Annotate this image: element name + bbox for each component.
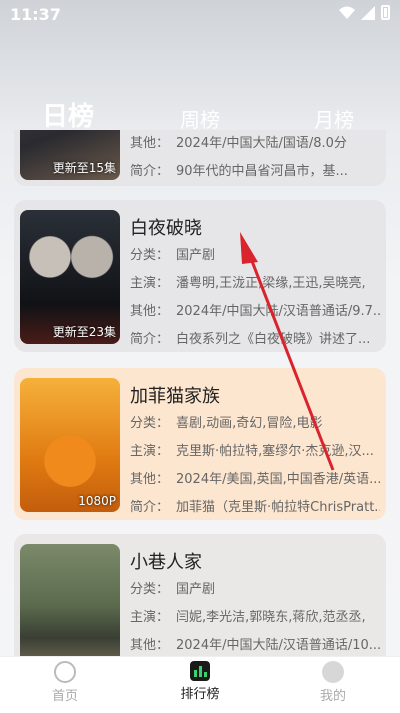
- other-row: 其他： 2024年/美国,英国,中国香港/英语...: [130, 472, 380, 487]
- category-row: 分类： 国产剧: [130, 248, 216, 263]
- intro-row: 简介： 白夜系列之《白夜破晓》讲述了...: [130, 332, 371, 347]
- status-time: 11:37: [10, 5, 61, 24]
- cast-row: 主演： 潘粤明,王泷正,梁缘,王迅,吴晓亮,: [130, 276, 366, 291]
- cast-row: 主演： 克里斯·帕拉特,塞缪尔·杰克逊,汉...: [130, 444, 374, 459]
- battery-icon: [381, 5, 390, 20]
- tab-weekly[interactable]: 周榜: [180, 104, 220, 133]
- episode-badge: 更新至23集: [52, 325, 116, 339]
- status-icons: [339, 5, 390, 20]
- signal-icon: [361, 5, 375, 20]
- category-row: 分类： 喜剧,动画,奇幻,冒险,电影: [130, 416, 323, 431]
- nav-home-label: 首页: [51, 689, 78, 704]
- category-row: 分类： 国产剧: [130, 582, 216, 597]
- cast-row: 主演： 闫妮,李光洁,郭晓东,蒋欣,范丞丞,: [130, 610, 366, 625]
- nav-home[interactable]: 首页: [30, 661, 100, 704]
- list-item[interactable]: 1080P 加菲猫家族 分类： 喜剧,动画,奇幻,冒险,电影 主演： 克里斯·帕拉特…: [14, 368, 386, 520]
- wifi-icon: [339, 6, 355, 19]
- poster-image[interactable]: [20, 544, 120, 658]
- drama-title[interactable]: 加菲猫家族: [130, 382, 220, 408]
- poster-image[interactable]: 更新至15集: [20, 130, 120, 180]
- intro-row: 简介： 90年代的中昌省河昌市，基...: [130, 164, 348, 179]
- other-row: 其他： 2024年/中国大陆/汉语普通话/9.7...: [130, 304, 380, 319]
- list-item[interactable]: 小巷人家 分类： 国产剧 主演： 闫妮,李光洁,郭晓东,蒋欣,范丞丞, 其他： 202…: [14, 534, 386, 658]
- nav-ranking[interactable]: 排行榜: [165, 661, 235, 702]
- nav-mine-label: 我的: [319, 689, 346, 704]
- other-row: 其他： 2024年/中国大陆/国语/8.0分: [130, 136, 347, 151]
- ranking-icon: [190, 661, 210, 681]
- drama-title[interactable]: 白夜破晓: [130, 214, 202, 240]
- quality-badge: 1080P: [78, 494, 116, 508]
- status-bar: 11:37: [0, 0, 400, 30]
- ranking-list[interactable]: 更新至15集 其他： 2024年/中国大陆/国语/8.0分 简介： 90年代的中昌省…: [0, 130, 400, 658]
- poster-image[interactable]: 1080P: [20, 378, 120, 512]
- intro-row: 简介： 加菲猫（克里斯·帕拉特ChrisPratt...: [130, 500, 380, 515]
- home-icon: [54, 661, 76, 683]
- bottom-navigation: 首页 排行榜 我的: [0, 656, 400, 713]
- nav-ranking-label: 排行榜: [180, 687, 220, 702]
- episode-badge: 更新至15集: [52, 161, 116, 175]
- tab-daily[interactable]: 日榜: [42, 96, 94, 133]
- poster-image[interactable]: 更新至23集: [20, 210, 120, 344]
- nav-mine[interactable]: 我的: [298, 661, 368, 704]
- drama-title[interactable]: 小巷人家: [130, 548, 202, 574]
- user-icon: [322, 661, 344, 683]
- tab-monthly[interactable]: 月榜: [314, 104, 354, 133]
- list-item[interactable]: 更新至15集 其他： 2024年/中国大陆/国语/8.0分 简介： 90年代的中昌省…: [14, 130, 386, 186]
- list-item[interactable]: 更新至23集 白夜破晓 分类： 国产剧 主演： 潘粤明,王泷正,梁缘,王迅,吴晓亮,…: [14, 200, 386, 352]
- other-row: 其他： 2024年/中国大陆/汉语普通话/10...: [130, 638, 380, 653]
